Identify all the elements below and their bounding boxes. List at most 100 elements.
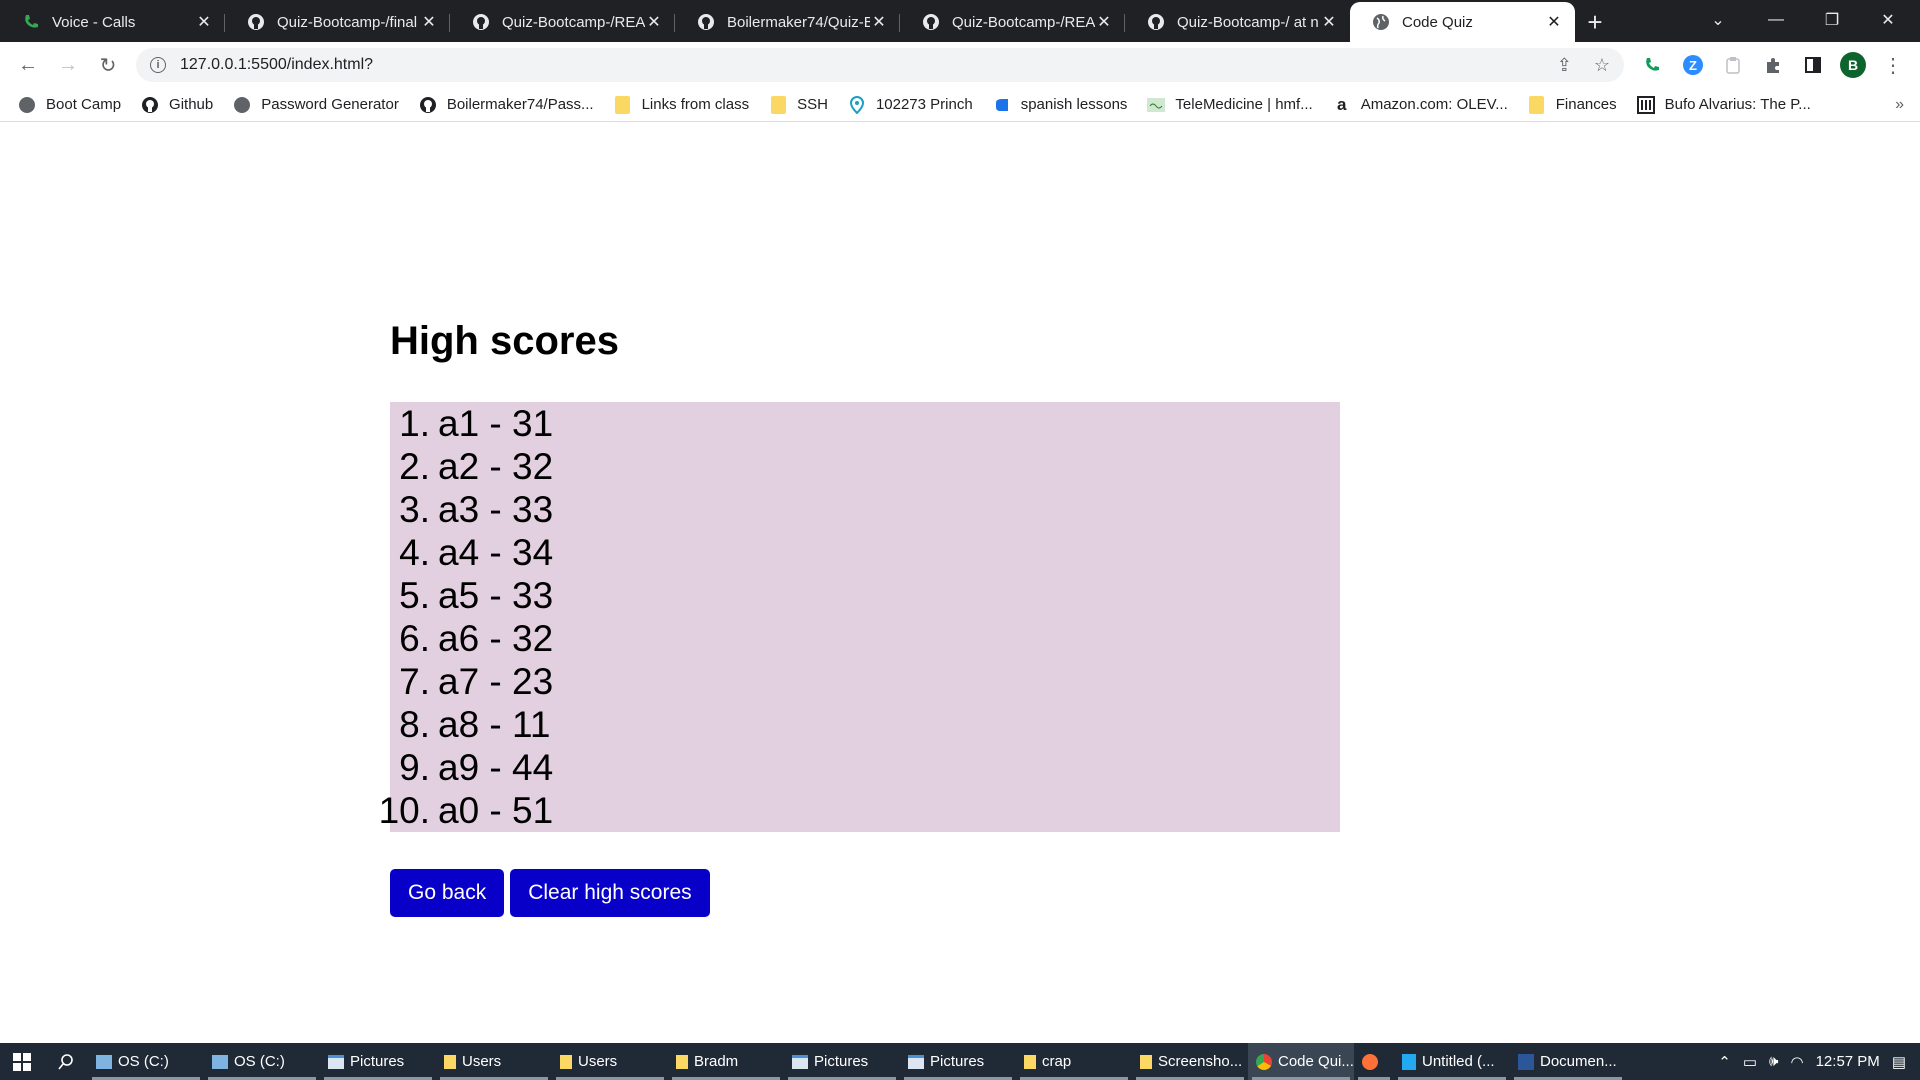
taskbar-item[interactable]: Screensho... bbox=[1132, 1043, 1248, 1080]
taskbar-item[interactable]: Users bbox=[436, 1043, 552, 1080]
bookmark-label: Finances bbox=[1555, 96, 1617, 113]
tab-search-icon[interactable]: ⌄ bbox=[1690, 0, 1746, 40]
taskbar-item-active[interactable]: Code Qui... bbox=[1248, 1043, 1354, 1080]
drive-icon bbox=[212, 1054, 228, 1069]
score-row: 6. a6 - 32 bbox=[390, 617, 1340, 660]
github-icon bbox=[419, 96, 437, 114]
taskbar-item[interactable]: Pictures bbox=[784, 1043, 900, 1080]
tab-strip: Voice - Calls ✕ Quiz-Bootcamp-/final ✕ Q… bbox=[0, 0, 1920, 42]
profile-avatar[interactable]: B bbox=[1838, 50, 1868, 80]
system-tray: ⌃ ▭ 🕪 ◠ 12:57 PM ▤ bbox=[1718, 1043, 1920, 1080]
back-icon[interactable]: ← bbox=[8, 45, 48, 85]
close-icon[interactable]: ✕ bbox=[870, 13, 888, 31]
url-text[interactable]: 127.0.0.1:5500/index.html? bbox=[180, 56, 373, 74]
phone-icon bbox=[22, 13, 40, 31]
folder-icon bbox=[560, 1054, 572, 1069]
bookmark-label: Boilermaker74/Pass... bbox=[446, 96, 594, 113]
clock-time[interactable]: 12:57 PM bbox=[1816, 1053, 1880, 1070]
browser-toolbar: ← → ↻ i 127.0.0.1:5500/index.html? ⇪ ☆ Z… bbox=[0, 42, 1920, 88]
close-icon[interactable]: ✕ bbox=[1320, 13, 1338, 31]
taskbar-label: OS (C:) bbox=[118, 1053, 169, 1070]
browser-tab[interactable]: Quiz-Bootcamp-/REA ✕ bbox=[900, 4, 1125, 40]
battery-icon[interactable]: ▭ bbox=[1743, 1053, 1757, 1071]
score-row: 2. a2 - 32 bbox=[390, 445, 1340, 488]
browser-tab[interactable]: Boilermaker74/Quiz-B ✕ bbox=[675, 4, 900, 40]
windows-start-icon[interactable] bbox=[0, 1043, 44, 1080]
taskbar-item[interactable]: Users bbox=[552, 1043, 668, 1080]
browser-tab[interactable]: Voice - Calls ✕ bbox=[0, 4, 225, 40]
taskbar-item[interactable]: Untitled (... bbox=[1394, 1043, 1510, 1080]
taskbar-item[interactable]: Pictures bbox=[900, 1043, 1016, 1080]
taskbar-item[interactable] bbox=[1354, 1043, 1394, 1080]
close-icon[interactable]: ✕ bbox=[195, 13, 213, 31]
window-close-icon[interactable]: ✕ bbox=[1860, 0, 1916, 40]
bookmark-item[interactable]: spanish lessons bbox=[993, 96, 1127, 114]
close-icon[interactable]: ✕ bbox=[1095, 13, 1113, 31]
wifi-icon[interactable]: ◠ bbox=[1791, 1053, 1804, 1071]
bookmark-item[interactable]: Bufo Alvarius: The P... bbox=[1636, 95, 1811, 114]
close-icon[interactable]: ✕ bbox=[645, 13, 663, 31]
score-rank: 3. bbox=[399, 489, 430, 530]
bookmark-folder[interactable]: Links from class bbox=[614, 95, 749, 114]
side-panel-icon[interactable] bbox=[1798, 50, 1828, 80]
svg-text:Z: Z bbox=[1689, 58, 1697, 73]
taskbar-item[interactable]: Documen... bbox=[1510, 1043, 1626, 1080]
menu-kebab-icon[interactable]: ⋮ bbox=[1878, 50, 1908, 80]
close-icon[interactable]: ✕ bbox=[420, 13, 438, 31]
chevron-up-icon[interactable]: ⌃ bbox=[1718, 1053, 1731, 1071]
folder-icon bbox=[614, 95, 632, 114]
address-bar[interactable]: i 127.0.0.1:5500/index.html? ⇪ ☆ bbox=[136, 48, 1624, 82]
bookmark-item[interactable]: a Amazon.com: OLEV... bbox=[1333, 95, 1508, 114]
bookmark-item[interactable]: Boilermaker74/Pass... bbox=[419, 96, 594, 114]
clear-high-scores-button[interactable]: Clear high scores bbox=[510, 869, 710, 917]
folder-icon bbox=[1528, 95, 1546, 114]
notification-icon[interactable]: ▤ bbox=[1892, 1053, 1906, 1071]
taskbar-item[interactable]: Pictures bbox=[320, 1043, 436, 1080]
bookmark-item[interactable]: Boot Camp bbox=[18, 96, 121, 114]
score-row: 9. a9 - 44 bbox=[390, 746, 1340, 789]
score-entry: a1 - 31 bbox=[438, 403, 554, 444]
browser-tab[interactable]: Quiz-Bootcamp-/final ✕ bbox=[225, 4, 450, 40]
zoom-extension-icon[interactable]: Z bbox=[1678, 50, 1708, 80]
bookmarks-overflow-icon[interactable]: » bbox=[1895, 96, 1904, 114]
score-row: 7. a7 - 23 bbox=[390, 660, 1340, 703]
avatar: B bbox=[1840, 52, 1866, 78]
bookmark-star-icon[interactable]: ☆ bbox=[1594, 55, 1610, 76]
phone-extension-icon[interactable] bbox=[1637, 50, 1667, 80]
close-icon[interactable]: ✕ bbox=[1545, 13, 1563, 31]
new-tab-button[interactable]: + bbox=[1575, 4, 1615, 40]
bookmark-item[interactable]: 102273 Princh bbox=[848, 95, 973, 114]
reload-icon[interactable]: ↻ bbox=[88, 45, 128, 85]
bookmark-folder[interactable]: SSH bbox=[769, 95, 828, 114]
window-icon bbox=[792, 1054, 808, 1069]
taskbar-item[interactable]: OS (C:) bbox=[204, 1043, 320, 1080]
taskbar-item[interactable]: crap bbox=[1016, 1043, 1132, 1080]
taskbar-label: Pictures bbox=[350, 1053, 405, 1070]
restore-icon[interactable]: ❐ bbox=[1804, 0, 1860, 40]
bookmark-item[interactable]: Github bbox=[141, 96, 213, 114]
bookmark-item[interactable]: TeleMedicine | hmf... bbox=[1147, 96, 1313, 114]
extensions-puzzle-icon[interactable] bbox=[1758, 50, 1788, 80]
taskbar-label: OS (C:) bbox=[234, 1053, 285, 1070]
clipboard-extension-icon[interactable] bbox=[1718, 50, 1748, 80]
score-rank: 4. bbox=[399, 532, 430, 573]
bookmark-folder[interactable]: Finances bbox=[1528, 95, 1617, 114]
browser-tab-active[interactable]: Code Quiz ✕ bbox=[1350, 2, 1575, 42]
taskbar-item[interactable]: Bradm bbox=[668, 1043, 784, 1080]
taskbar-label: Screensho... bbox=[1158, 1053, 1243, 1070]
site-info-icon[interactable]: i bbox=[150, 57, 166, 73]
go-back-button[interactable]: Go back bbox=[390, 869, 505, 917]
browser-tab[interactable]: Quiz-Bootcamp-/REA ✕ bbox=[450, 4, 675, 40]
taskbar-label: Users bbox=[578, 1053, 618, 1070]
share-icon[interactable]: ⇪ bbox=[1557, 55, 1572, 76]
bookmark-item[interactable]: Password Generator bbox=[233, 96, 399, 114]
search-icon[interactable] bbox=[44, 1043, 88, 1080]
volume-icon[interactable]: 🕪 bbox=[1769, 1053, 1778, 1070]
minimize-icon[interactable]: — bbox=[1748, 0, 1804, 40]
forward-icon[interactable]: → bbox=[48, 45, 88, 85]
page-title: High scores bbox=[390, 319, 619, 363]
tab-title: Quiz-Bootcamp-/ at n bbox=[1177, 13, 1319, 31]
taskbar-item[interactable]: OS (C:) bbox=[88, 1043, 204, 1080]
browser-tab[interactable]: Quiz-Bootcamp-/ at n ✕ bbox=[1125, 4, 1350, 40]
bookmark-label: Amazon.com: OLEV... bbox=[1360, 96, 1508, 113]
